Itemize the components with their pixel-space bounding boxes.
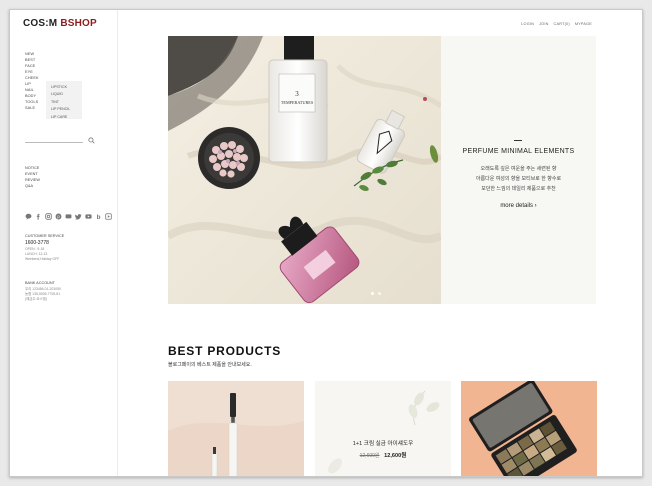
board-menu: NOTICE EVENT REVIEW Q&A: [25, 165, 40, 189]
browser-frame: COS:M BSHOP NEW BEST FACE EYE CHEEK LIP …: [9, 9, 643, 477]
submenu-item-lipstick[interactable]: LIPSTICK: [51, 84, 77, 91]
brand-logo-part1: COS:M: [23, 18, 58, 29]
hero-text-panel: PERFUME MINIMAL ELEMENTS 오래도록 깊은 여운을 주는 …: [441, 36, 596, 304]
customer-service: CUSTOMER SERVICE 1600-3778 OPEN : 9-18 L…: [25, 233, 64, 262]
product-price: 12,600원 12,600원: [315, 451, 451, 459]
instagram-icon[interactable]: [45, 207, 52, 220]
product-card-eyeshadow-1plus1[interactable]: 1+1 크림 실금 아이섀도우 12,600원 12,600원: [315, 381, 451, 476]
svg-text:b: b: [97, 214, 101, 220]
cs-phone[interactable]: 1600-3778: [25, 239, 64, 247]
submenu-item-lip-pencil[interactable]: LIP PENCIL: [51, 106, 77, 113]
youtube-icon[interactable]: [85, 207, 92, 219]
product-sale-price: 12,600원: [384, 453, 407, 459]
brand-logo[interactable]: COS:M BSHOP: [23, 18, 97, 29]
facebook-icon[interactable]: [35, 207, 42, 220]
hero-desc-line-3: 모던한 느낌의 데일리 제품으로 추천: [481, 186, 556, 192]
product-old-price: 12,600원: [359, 453, 380, 459]
twitter-icon[interactable]: [74, 207, 82, 220]
join-link[interactable]: JOIN: [539, 22, 548, 26]
hero-desc-line-1: 오래도록 깊은 여운을 주는 세련된 향: [480, 166, 557, 172]
cart-link[interactable]: CART(0): [554, 22, 570, 26]
more-details-link[interactable]: more details ›: [441, 203, 596, 209]
play-icon[interactable]: [105, 207, 112, 220]
slider-dots: [371, 292, 381, 295]
product-card-palette[interactable]: [461, 381, 597, 476]
login-link[interactable]: LOGIN: [521, 22, 534, 26]
lip-submenu: LIPSTICK LIQUID TINT LIP PENCIL LIP CARE: [46, 81, 82, 119]
svg-text:TEMPERATURES: TEMPERATURES: [281, 100, 314, 105]
hero-description: 오래도록 깊은 여운을 주는 세련된 향 아름다운 여성의 향을 모티브로 한 …: [441, 164, 596, 194]
social-links: p b: [25, 207, 112, 221]
chat-icon[interactable]: [25, 207, 32, 220]
sidebar: COS:M BSHOP NEW BEST FACE EYE CHEEK LIP …: [10, 10, 118, 476]
chevron-right-icon: ›: [534, 203, 537, 209]
cs-holiday: Weekend,Holiday OFF: [25, 257, 60, 261]
slider-dot-2[interactable]: [378, 292, 381, 295]
menu-item-sale[interactable]: SALE: [25, 105, 39, 111]
board-item-qna[interactable]: Q&A: [25, 183, 40, 189]
category-menu: NEW BEST FACE EYE CHEEK LIP NAIL BODY TO…: [25, 51, 39, 111]
product-name: 1+1 크림 실금 아이섀도우: [352, 441, 414, 447]
brand-logo-part2: BSHOP: [60, 18, 97, 29]
title-divider: [514, 140, 522, 141]
submenu-item-tint[interactable]: TINT: [51, 99, 77, 106]
talk-icon[interactable]: [65, 207, 72, 219]
submenu-item-liquid[interactable]: LIQUID: [51, 91, 77, 98]
product-card-mascara[interactable]: [168, 381, 304, 476]
slider-dot-1[interactable]: [371, 292, 374, 295]
best-products-subtitle: 블로그페이의 베스트 제품을 안내보세요.: [168, 362, 252, 368]
hero-title: PERFUME MINIMAL ELEMENTS: [462, 148, 575, 155]
svg-text:3: 3: [295, 90, 299, 98]
hero-banner: 3 TEMPERATURES PERFUME MINIMAL ELEMENTS …: [168, 36, 596, 304]
best-products-title: BEST PRODUCTS: [168, 344, 282, 358]
bank-account: BANK ACCOUNT 우리 123456-01-203050 농협 135-…: [25, 280, 61, 302]
mypage-link[interactable]: MYPAGE: [575, 22, 592, 26]
submenu-item-lip-care[interactable]: LIP CARE: [51, 114, 77, 121]
bank-title: BANK ACCOUNT: [25, 281, 55, 285]
hero-desc-line-2: 아름다운 여성의 향을 모티브로 한 향수로: [475, 176, 562, 182]
more-details-label: more details: [500, 203, 533, 209]
search-input[interactable]: [25, 137, 83, 143]
blog-icon[interactable]: b: [95, 207, 102, 221]
pinterest-icon[interactable]: p: [55, 207, 62, 220]
bank-line-3: (예금주:코스엠): [25, 297, 47, 301]
search-icon[interactable]: [88, 137, 95, 144]
top-links: LOGIN JOIN CART(0) MYPAGE: [521, 22, 592, 26]
hero-photo[interactable]: 3 TEMPERATURES: [168, 36, 441, 304]
